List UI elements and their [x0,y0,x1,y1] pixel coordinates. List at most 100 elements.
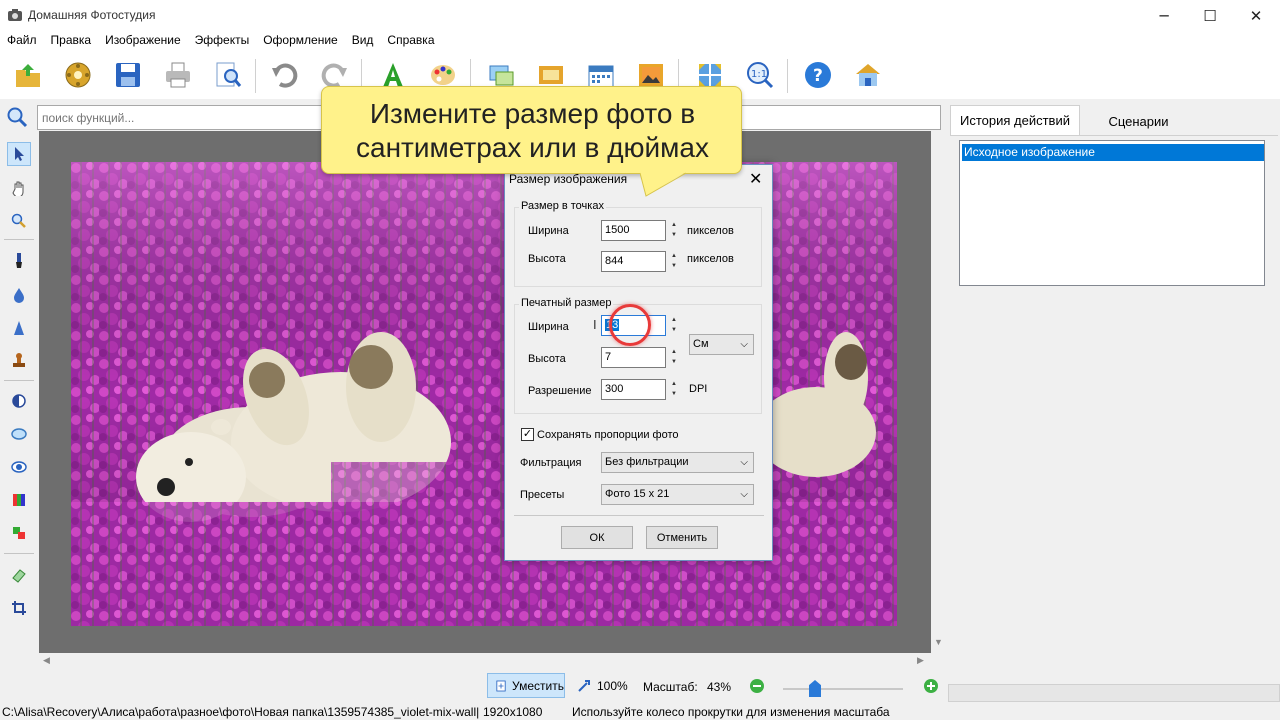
menu-bar: Файл Правка Изображение Эффекты Оформлен… [0,31,1280,51]
print-height-input[interactable]: 7 [601,347,666,368]
menu-design[interactable]: Оформление [256,31,344,51]
zoom-icon[interactable] [7,209,31,233]
search-icon [7,107,28,128]
unit-select[interactable]: См ⌵ [689,334,754,355]
filter-select-value: Без фильтрации [605,456,689,468]
dialog-close-icon[interactable]: ✕ [749,169,762,188]
color-icon[interactable] [7,488,31,512]
callout-line-2: сантиметрах или в дюймах [356,132,709,163]
status-bar: C:\Alisa\Recovery\Алиса\работа\разное\фо… [0,704,1280,720]
replace-icon[interactable] [7,521,31,545]
zoom-actual-icon[interactable]: 1:1 [742,57,778,93]
print-width-spinner[interactable]: ▲ ▼ [669,315,679,336]
keep-ratio-checkbox[interactable]: ✓ [521,428,534,441]
maximize-button[interactable]: ☐ [1187,0,1233,31]
right-panel: История действий Сценарии Исходное изобр… [948,100,1280,672]
pointer-icon[interactable] [7,142,31,166]
image-canvas[interactable] [39,131,931,653]
zoom-slider-thumb[interactable] [809,680,821,697]
crop-icon[interactable] [7,596,31,620]
print-height-label: Высота [528,353,566,365]
blur-icon[interactable] [7,283,31,307]
resolution-input[interactable]: 300 [601,379,666,400]
brush-icon[interactable] [7,249,31,273]
eraser-icon[interactable] [7,563,31,587]
pixel-size-group-label: Размер в точках [519,200,606,212]
stamp-icon[interactable] [7,349,31,373]
preview-icon[interactable] [210,57,246,93]
pixel-height-input[interactable]: 844 [601,251,666,272]
menu-help[interactable]: Справка [380,31,441,51]
scroll-down-icon[interactable]: ▼ [934,637,943,647]
redeye-icon[interactable] [7,455,31,479]
menu-file[interactable]: Файл [0,31,44,51]
contrast-icon[interactable] [7,389,31,413]
svg-text:?: ? [813,66,823,86]
callout-pointer [640,172,686,197]
keep-ratio-label: Сохранять пропорции фото [537,429,679,441]
save-icon[interactable] [110,57,146,93]
open-icon[interactable] [10,57,46,93]
filmstrip-icon[interactable] [60,57,96,93]
ok-button[interactable]: ОК [561,526,633,549]
pixel-width-label: Ширина [528,225,569,237]
minimize-button[interactable]: ─ [1141,0,1187,31]
right-bottom-bar [948,684,1280,702]
pixel-width-spinner[interactable]: ▲ ▼ [669,220,679,241]
help-icon[interactable]: ? [800,57,836,93]
menu-image[interactable]: Изображение [98,31,188,51]
pixel-width-input[interactable]: 1500 [601,220,666,241]
zoom-100-icon [578,680,590,692]
click-highlight-ring [609,304,651,346]
pixel-height-spinner[interactable]: ▲ ▼ [669,251,679,272]
fit-button[interactable]: Уместить [487,673,565,698]
resolution-label: Разрешение [528,385,592,397]
zoom-out-icon[interactable] [749,678,765,694]
tab-history[interactable]: История действий [950,105,1080,135]
fit-page-icon [496,680,506,691]
menu-effects[interactable]: Эффекты [188,31,257,51]
undo-icon[interactable] [267,57,303,93]
close-window-button[interactable]: ✕ [1233,0,1279,31]
hand-icon[interactable] [7,176,31,200]
tab-scenarios[interactable]: Сценарии [1080,108,1197,135]
sharpen-icon[interactable] [7,316,31,340]
presets-select-value: Фото 15 x 21 [605,488,670,500]
cancel-button[interactable]: Отменить [646,526,718,549]
menu-edit[interactable]: Правка [44,31,99,51]
pixel-height-unit: пикселов [687,253,734,265]
scroll-right-icon[interactable]: ▶ [917,655,924,666]
image-size-dialog: Размер изображения ✕ Размер в точках Шир… [504,164,773,561]
history-item[interactable]: Исходное изображение [962,144,1264,161]
filter-select[interactable]: Без фильтрации ⌵ [601,452,754,473]
print-icon[interactable] [160,57,196,93]
svg-text:1:1: 1:1 [751,69,767,80]
lens-icon[interactable] [7,422,31,446]
app-camera-icon [8,9,22,21]
fit-label: Уместить [512,678,564,693]
chevron-down-icon: ⌵ [740,457,748,468]
filter-label: Фильтрация [520,457,582,469]
status-size: 1920x1080 [483,705,543,719]
scale-label: Масштаб: [643,680,698,694]
unit-select-value: См [693,338,709,350]
zoom-slider-track[interactable] [783,688,903,690]
zoom-100-button[interactable]: 100% [576,678,628,694]
horizontal-scrollbar[interactable]: ◀ ▶ [39,653,931,669]
zoom-100-label: 100% [597,679,628,693]
status-path: C:\Alisa\Recovery\Алиса\работа\разное\фо… [2,705,480,719]
dialog-title: Размер изображения [509,172,628,186]
callout-text: Измените размер фото в сантиметрах или в… [322,97,743,165]
home-icon[interactable] [850,57,886,93]
resolution-spinner[interactable]: ▲ ▼ [669,379,679,400]
print-height-spinner[interactable]: ▲ ▼ [669,347,679,368]
scroll-left-icon[interactable]: ◀ [43,655,50,666]
menu-view[interactable]: Вид [345,31,381,51]
presets-select[interactable]: Фото 15 x 21 ⌵ [601,484,754,505]
vertical-scrollbar[interactable]: ▼ [931,131,947,653]
dialog-divider [514,515,764,516]
zoom-bar: Уместить 100% Масштаб: 43% [0,672,948,702]
text-cursor-icon: I [593,317,597,332]
zoom-in-icon[interactable] [923,678,939,694]
scale-value: 43% [707,680,732,694]
